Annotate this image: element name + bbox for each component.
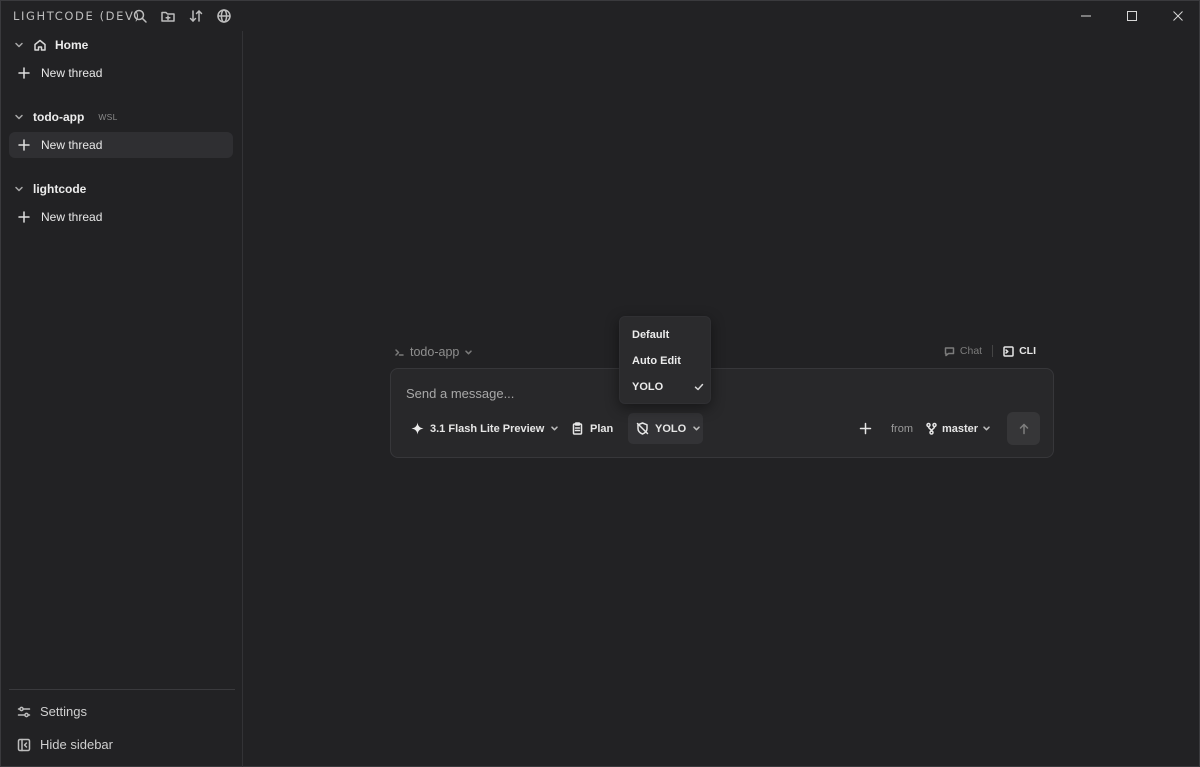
plus-icon [17, 210, 31, 224]
chevron-down-icon [13, 39, 25, 51]
approval-mode-button[interactable]: YOLO [628, 413, 703, 444]
chevron-down-icon [550, 424, 559, 433]
chevron-down-icon [464, 348, 473, 357]
chevron-down-icon [13, 183, 25, 195]
sidebar-group-home[interactable]: Home [13, 35, 88, 55]
sidebar: Home New thread todo-app WSL New thread [1, 31, 243, 767]
title-bar: LIGHTCODE (DEV) [1, 1, 1200, 31]
sidebar-item-new-thread-home[interactable]: New thread [9, 60, 233, 86]
send-button[interactable] [1007, 412, 1040, 445]
hide-sidebar-button[interactable]: Hide sidebar [17, 737, 113, 752]
dropdown-option-default[interactable]: Default [632, 326, 704, 344]
git-branch-icon [925, 422, 938, 435]
sidebar-group-lightcode[interactable]: lightcode [13, 179, 86, 199]
checkmark-icon [694, 382, 704, 392]
mode-chat-label: Chat [959, 345, 983, 357]
plus-icon [17, 138, 31, 152]
sidebar-item-label: New thread [41, 66, 103, 80]
sliders-icon [17, 705, 31, 719]
sidebar-group-label: lightcode [33, 182, 87, 196]
home-icon [33, 38, 47, 52]
model-selector[interactable]: 3.1 Flash Lite Preview [403, 413, 567, 444]
plus-icon [859, 422, 872, 435]
sidebar-group-label: Home [55, 38, 89, 52]
mode-switch: Chat CLI [944, 345, 1036, 357]
chevron-down-icon [13, 111, 25, 123]
clipboard-icon [571, 422, 584, 435]
mode-chat-button[interactable]: Chat [944, 345, 982, 357]
sidebar-item-new-thread-todo-app[interactable]: New thread [9, 132, 233, 158]
composer-header: todo-app Chat CLI [394, 344, 1054, 362]
approval-mode-dropdown: Default Auto Edit YOLO [619, 316, 711, 404]
mode-cli-label: CLI [1019, 345, 1036, 357]
window-controls [1063, 1, 1200, 31]
maximize-icon[interactable] [1109, 1, 1155, 31]
sidebar-item-label: New thread [41, 210, 103, 224]
minimize-icon[interactable] [1063, 1, 1109, 31]
chevron-down-icon [692, 424, 701, 433]
plan-button[interactable]: Plan [563, 413, 621, 444]
settings-button[interactable]: Settings [17, 704, 87, 719]
terminal-box-icon [1003, 345, 1014, 357]
app-title: LIGHTCODE (DEV) [13, 9, 141, 23]
title-toolbar [132, 8, 232, 24]
sidebar-item-new-thread-lightcode[interactable]: New thread [9, 204, 233, 230]
mode-cli-button[interactable]: CLI [1003, 345, 1036, 357]
shield-off-icon [636, 422, 649, 435]
sort-icon[interactable] [188, 8, 204, 24]
settings-label: Settings [40, 704, 87, 719]
message-composer: 3.1 Flash Lite Preview Plan YOLO [390, 368, 1054, 458]
app-window: LIGHTCODE (DEV) Home New thread todo-app… [0, 0, 1200, 767]
dropdown-option-yolo[interactable]: YOLO [632, 378, 704, 396]
branch-label: master [942, 422, 979, 435]
sidebar-group-label: todo-app [33, 110, 85, 124]
chat-bubble-icon [944, 346, 955, 357]
environment-badge: WSL [98, 112, 118, 122]
plus-icon [17, 66, 31, 80]
folder-plus-icon[interactable] [160, 8, 176, 24]
project-selector[interactable]: todo-app [394, 345, 473, 359]
project-label: todo-app [410, 345, 460, 359]
option-label: YOLO [632, 381, 664, 393]
sidebar-divider [9, 689, 235, 690]
sidebar-group-todo-app[interactable]: todo-app WSL [13, 107, 118, 127]
add-attachment-button[interactable] [853, 413, 878, 444]
hide-sidebar-label: Hide sidebar [40, 737, 113, 752]
option-label: Default [632, 329, 670, 341]
option-label: Auto Edit [632, 355, 681, 367]
search-icon[interactable] [132, 8, 148, 24]
chevron-down-icon [982, 424, 991, 433]
sidebar-collapse-icon [17, 738, 31, 752]
mode-separator [992, 345, 994, 357]
model-label: 3.1 Flash Lite Preview [430, 422, 545, 435]
approval-label: YOLO [655, 422, 687, 435]
plan-label: Plan [590, 422, 614, 435]
branch-selector[interactable]: master [919, 413, 997, 444]
globe-icon[interactable] [216, 8, 232, 24]
dropdown-option-auto-edit[interactable]: Auto Edit [632, 352, 704, 370]
arrow-up-icon [1018, 423, 1030, 435]
from-label: from [891, 423, 913, 435]
sidebar-item-label: New thread [41, 138, 103, 152]
sparkle-icon [411, 422, 424, 435]
close-icon[interactable] [1155, 1, 1200, 31]
terminal-icon [394, 347, 405, 358]
